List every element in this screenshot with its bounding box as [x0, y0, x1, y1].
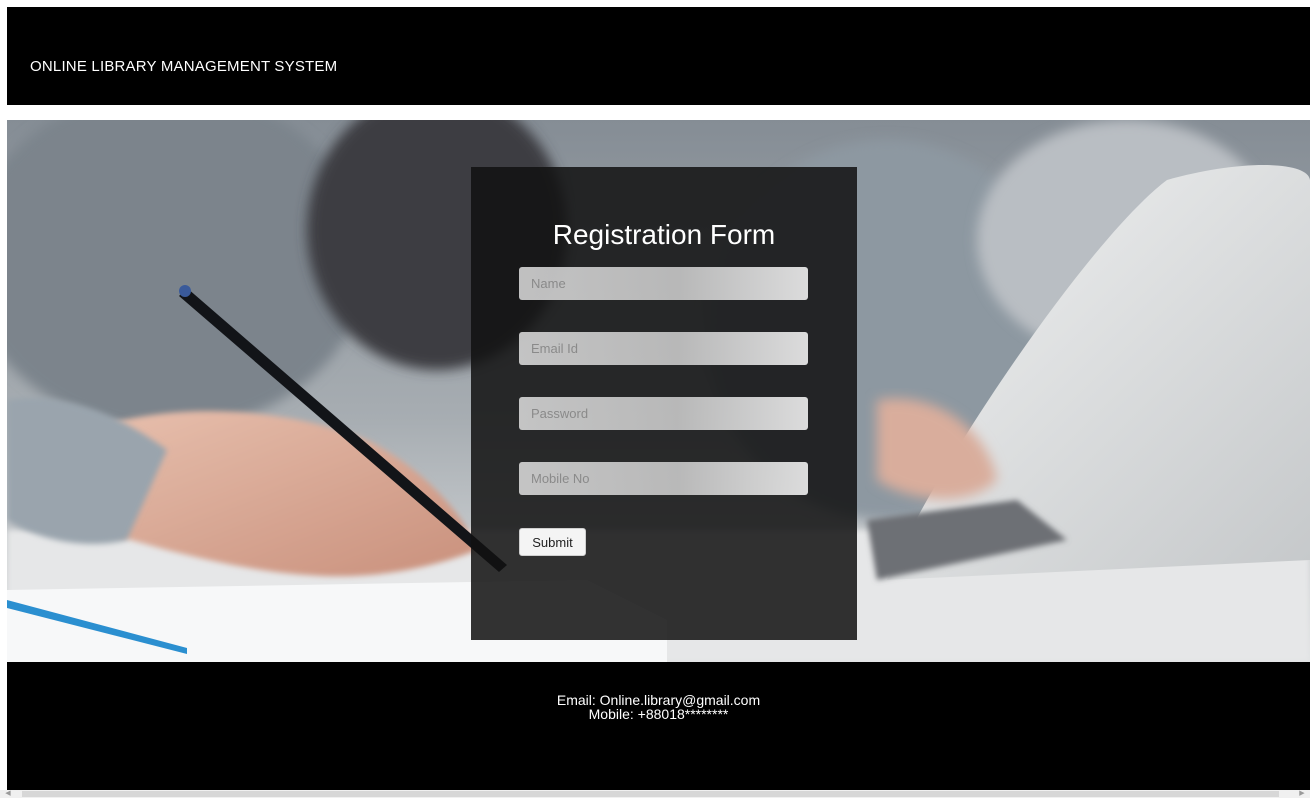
form-title: Registration Form: [552, 219, 776, 250]
arrow-left-icon[interactable]: ◀: [3, 790, 13, 798]
name-field[interactable]: [519, 267, 808, 300]
hero-banner: Registration Form Submit: [7, 120, 1310, 662]
registration-form: Registration Form Submit: [471, 167, 857, 640]
page: ONLINE LIBRARY MANAGEMENT SYSTEM Registr…: [0, 0, 1310, 798]
scrollbar-thumb[interactable]: [22, 791, 1279, 797]
password-field[interactable]: [519, 397, 808, 430]
submit-button[interactable]: Submit: [519, 528, 586, 556]
site-header: ONLINE LIBRARY MANAGEMENT SYSTEM: [7, 7, 1310, 105]
footer-contact: Email: Online.library@gmail.com Mobile: …: [7, 693, 1310, 721]
site-footer: Email: Online.library@gmail.com Mobile: …: [7, 662, 1310, 790]
arrow-right-icon[interactable]: ▶: [1297, 790, 1307, 798]
mobile-field[interactable]: [519, 462, 808, 495]
footer-email: Email: Online.library@gmail.com: [556, 692, 761, 708]
email-field[interactable]: [519, 332, 808, 365]
site-title: ONLINE LIBRARY MANAGEMENT SYSTEM: [30, 58, 338, 75]
horizontal-scrollbar[interactable]: ◀ ▶: [0, 790, 1310, 798]
footer-mobile: Mobile: +88018********: [588, 706, 729, 722]
